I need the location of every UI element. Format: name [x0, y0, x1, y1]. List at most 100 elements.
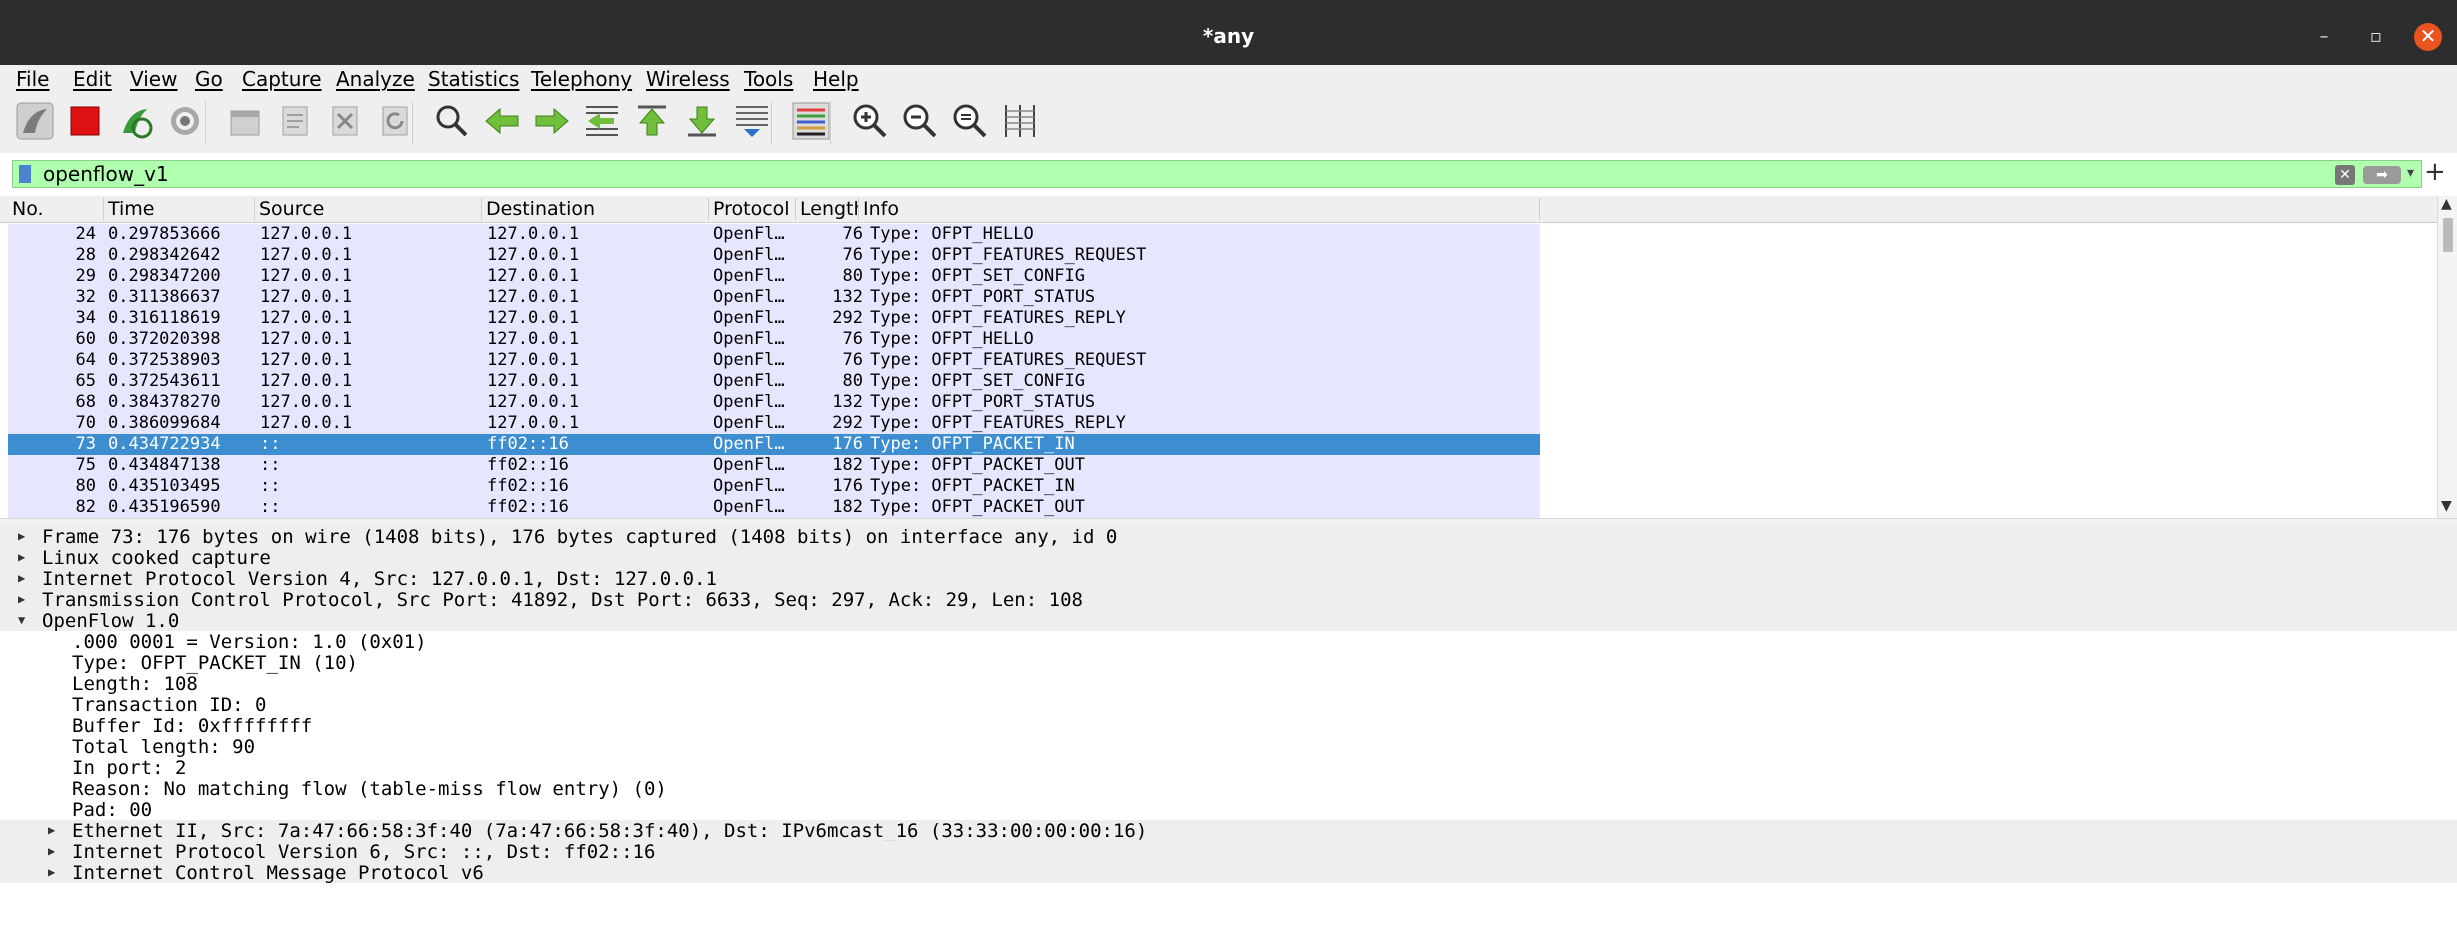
window-title: *any — [1202, 24, 1255, 48]
stop-capture-icon[interactable] — [65, 101, 105, 141]
reload-file-icon[interactable] — [375, 101, 415, 141]
column-header-protocol[interactable]: Protocol — [709, 198, 796, 220]
table-row[interactable]: 80 0.435103495:: ff02::16 OpenFl… 176 Type: O… — [8, 476, 1540, 497]
tree-item[interactable]: Length: 108 — [0, 673, 2457, 695]
tree-item[interactable]: ▶ Frame 73: 176 bytes on wire (1408 bits)… — [0, 526, 2457, 548]
table-row[interactable]: 75 0.434847138:: ff02::16 OpenFl… 182 Type: O… — [8, 455, 1540, 476]
table-row[interactable]: 65 0.372543611 127.0.0.1 127.0.0.1 OpenFl… 80… — [8, 371, 1540, 392]
tree-item[interactable]: ▼ OpenFlow 1.0 — [0, 610, 2457, 632]
chevron-right-icon[interactable]: ▶ — [18, 568, 25, 589]
clear-filter-icon[interactable]: ✕ — [2335, 165, 2355, 185]
chevron-right-icon[interactable]: ▶ — [48, 820, 55, 841]
tree-item[interactable]: ▶ Transmission Control Protocol, Src Port… — [0, 589, 2457, 611]
tree-item[interactable]: ▶ Ethernet II, Src: 7a:47:66:58:3f:40 (7a… — [0, 820, 2457, 842]
cell-time: 0.298347200 — [108, 266, 221, 286]
apply-filter-icon[interactable]: ➡ — [2363, 166, 2401, 184]
tree-item[interactable]: Type: OFPT_PACKET_IN (10) — [0, 652, 2457, 674]
chevron-right-icon[interactable]: ▶ — [48, 862, 55, 883]
chevron-right-icon[interactable]: ▶ — [18, 589, 25, 610]
table-row[interactable]: 70 0.386099684 127.0.0.1 127.0.0.1 OpenFl… 29… — [8, 413, 1540, 434]
zoom-out-icon[interactable] — [900, 101, 940, 141]
menu-file[interactable]: File — [16, 67, 49, 91]
chevron-down-icon[interactable]: ▼ — [18, 610, 25, 631]
go-to-packet-icon[interactable] — [582, 101, 622, 141]
tree-item[interactable]: Reason: No matching flow (table-miss flo… — [0, 778, 2457, 800]
start-capture-icon[interactable] — [15, 101, 55, 141]
column-header-time[interactable]: Time — [104, 198, 255, 220]
menu-go[interactable]: Go — [195, 67, 223, 91]
tree-item[interactable]: Buffer Id: 0xffffffff — [0, 715, 2457, 737]
table-row[interactable]: 32 0.311386637 127.0.0.1 127.0.0.1 OpenFl… 13… — [8, 287, 1540, 308]
maximize-icon[interactable]: ▫ — [2362, 23, 2390, 51]
menu-edit[interactable]: Edit — [73, 67, 112, 91]
cell-src: :: — [260, 455, 281, 475]
table-row[interactable]: 68 0.384378270 127.0.0.1 127.0.0.1 OpenFl… 13… — [8, 392, 1540, 413]
scroll-up-icon[interactable]: ▲ — [2441, 196, 2452, 212]
column-header-no[interactable]: No. — [8, 198, 104, 220]
column-header-source[interactable]: Source — [255, 198, 482, 220]
table-row[interactable]: 60 0.372020398 127.0.0.1 127.0.0.1 OpenFl… 76… — [8, 329, 1540, 350]
bookmark-icon[interactable] — [19, 165, 31, 183]
window-titlebar: *any – ▫ ✕ — [0, 9, 2457, 65]
zoom-in-icon[interactable] — [850, 101, 890, 141]
tree-item[interactable]: Pad: 00 — [0, 799, 2457, 821]
chevron-right-icon[interactable]: ▶ — [18, 526, 25, 547]
tree-item[interactable]: In port: 2 — [0, 757, 2457, 779]
menu-wireless[interactable]: Wireless — [646, 67, 730, 91]
close-file-icon[interactable] — [325, 101, 365, 141]
cell-info: Type: OFPT_FEATURES_REPLY — [870, 413, 1126, 433]
cell-src: 127.0.0.1 — [260, 350, 353, 370]
table-row[interactable]: 82 0.435196590:: ff02::16 OpenFl… 182 Type: O… — [8, 497, 1540, 518]
tree-item[interactable]: .000 0001 = Version: 1.0 (0x01) — [0, 631, 2457, 653]
chevron-right-icon[interactable]: ▶ — [48, 841, 55, 862]
tree-item[interactable]: Transaction ID: 0 — [0, 694, 2457, 716]
capture-options-icon[interactable] — [165, 101, 205, 141]
column-header-length[interactable]: Length — [796, 198, 859, 220]
tree-item[interactable]: ▶ Internet Control Message Protocol v6 — [0, 862, 2457, 884]
table-row[interactable]: 24 0.297853666 127.0.0.1 127.0.0.1 OpenFl… 76… — [8, 224, 1540, 245]
open-file-icon[interactable] — [225, 101, 265, 141]
display-filter-input[interactable]: openflow_v1 — [43, 162, 169, 186]
save-file-icon[interactable] — [275, 101, 315, 141]
go-back-icon[interactable] — [482, 101, 522, 141]
resize-columns-icon[interactable] — [1000, 101, 1040, 141]
table-row[interactable]: 29 0.298347200 127.0.0.1 127.0.0.1 OpenFl… 80… — [8, 266, 1540, 287]
tree-item[interactable]: ▶ Linux cooked capture — [0, 547, 2457, 569]
packet-list-scrollbar[interactable]: ▲ ▼ — [2437, 196, 2457, 518]
tree-item[interactable]: ▶ Internet Protocol Version 4, Src: 127.0… — [0, 568, 2457, 590]
find-packet-icon[interactable] — [432, 101, 472, 141]
go-first-packet-icon[interactable] — [632, 101, 672, 141]
scroll-down-icon[interactable]: ▼ — [2441, 498, 2452, 514]
menu-capture[interactable]: Capture — [242, 67, 322, 91]
autoscroll-icon[interactable] — [732, 101, 772, 141]
go-last-packet-icon[interactable] — [682, 101, 722, 141]
tree-item[interactable]: Total length: 90 — [0, 736, 2457, 758]
close-icon[interactable]: ✕ — [2414, 23, 2442, 51]
menu-analyze[interactable]: Analyze — [336, 67, 415, 91]
scrollbar-thumb[interactable] — [2443, 218, 2453, 252]
tree-item[interactable]: ▶ Internet Protocol Version 6, Src: ::, D… — [0, 841, 2457, 863]
go-forward-icon[interactable] — [532, 101, 572, 141]
chevron-down-icon[interactable]: ▾ — [2407, 165, 2414, 181]
table-row[interactable]: 64 0.372538903 127.0.0.1 127.0.0.1 OpenFl… 76… — [8, 350, 1540, 371]
chevron-right-icon[interactable]: ▶ — [18, 547, 25, 568]
column-header-destination[interactable]: Destination — [482, 198, 709, 220]
menu-statistics[interactable]: Statistics — [428, 67, 519, 91]
menu-telephony[interactable]: Telephony — [531, 67, 632, 91]
menu-tools[interactable]: Tools — [744, 67, 793, 91]
cell-no: 28 — [75, 245, 96, 265]
table-row[interactable]: 34 0.316118619 127.0.0.1 127.0.0.1 OpenFl… 29… — [8, 308, 1540, 329]
cell-time: 0.297853666 — [108, 224, 221, 244]
column-header-info[interactable]: Info — [859, 198, 1540, 220]
display-filter-bar[interactable]: openflow_v1 ✕ ➡ ▾ — [12, 160, 2422, 188]
minimize-icon[interactable]: – — [2310, 23, 2338, 51]
menu-view[interactable]: View — [130, 67, 177, 91]
colorize-icon[interactable] — [791, 101, 831, 141]
cell-no: 70 — [75, 413, 96, 433]
zoom-normal-icon[interactable] — [950, 101, 990, 141]
table-row[interactable]: 28 0.298342642 127.0.0.1 127.0.0.1 OpenFl… 76… — [8, 245, 1540, 266]
add-filter-button-icon[interactable]: + — [2424, 157, 2446, 187]
restart-capture-icon[interactable] — [115, 101, 155, 141]
menu-help[interactable]: Help — [813, 67, 859, 91]
table-row[interactable]: 73 0.434722934:: ff02::16 OpenFl… 176 Type: O… — [8, 434, 1540, 455]
